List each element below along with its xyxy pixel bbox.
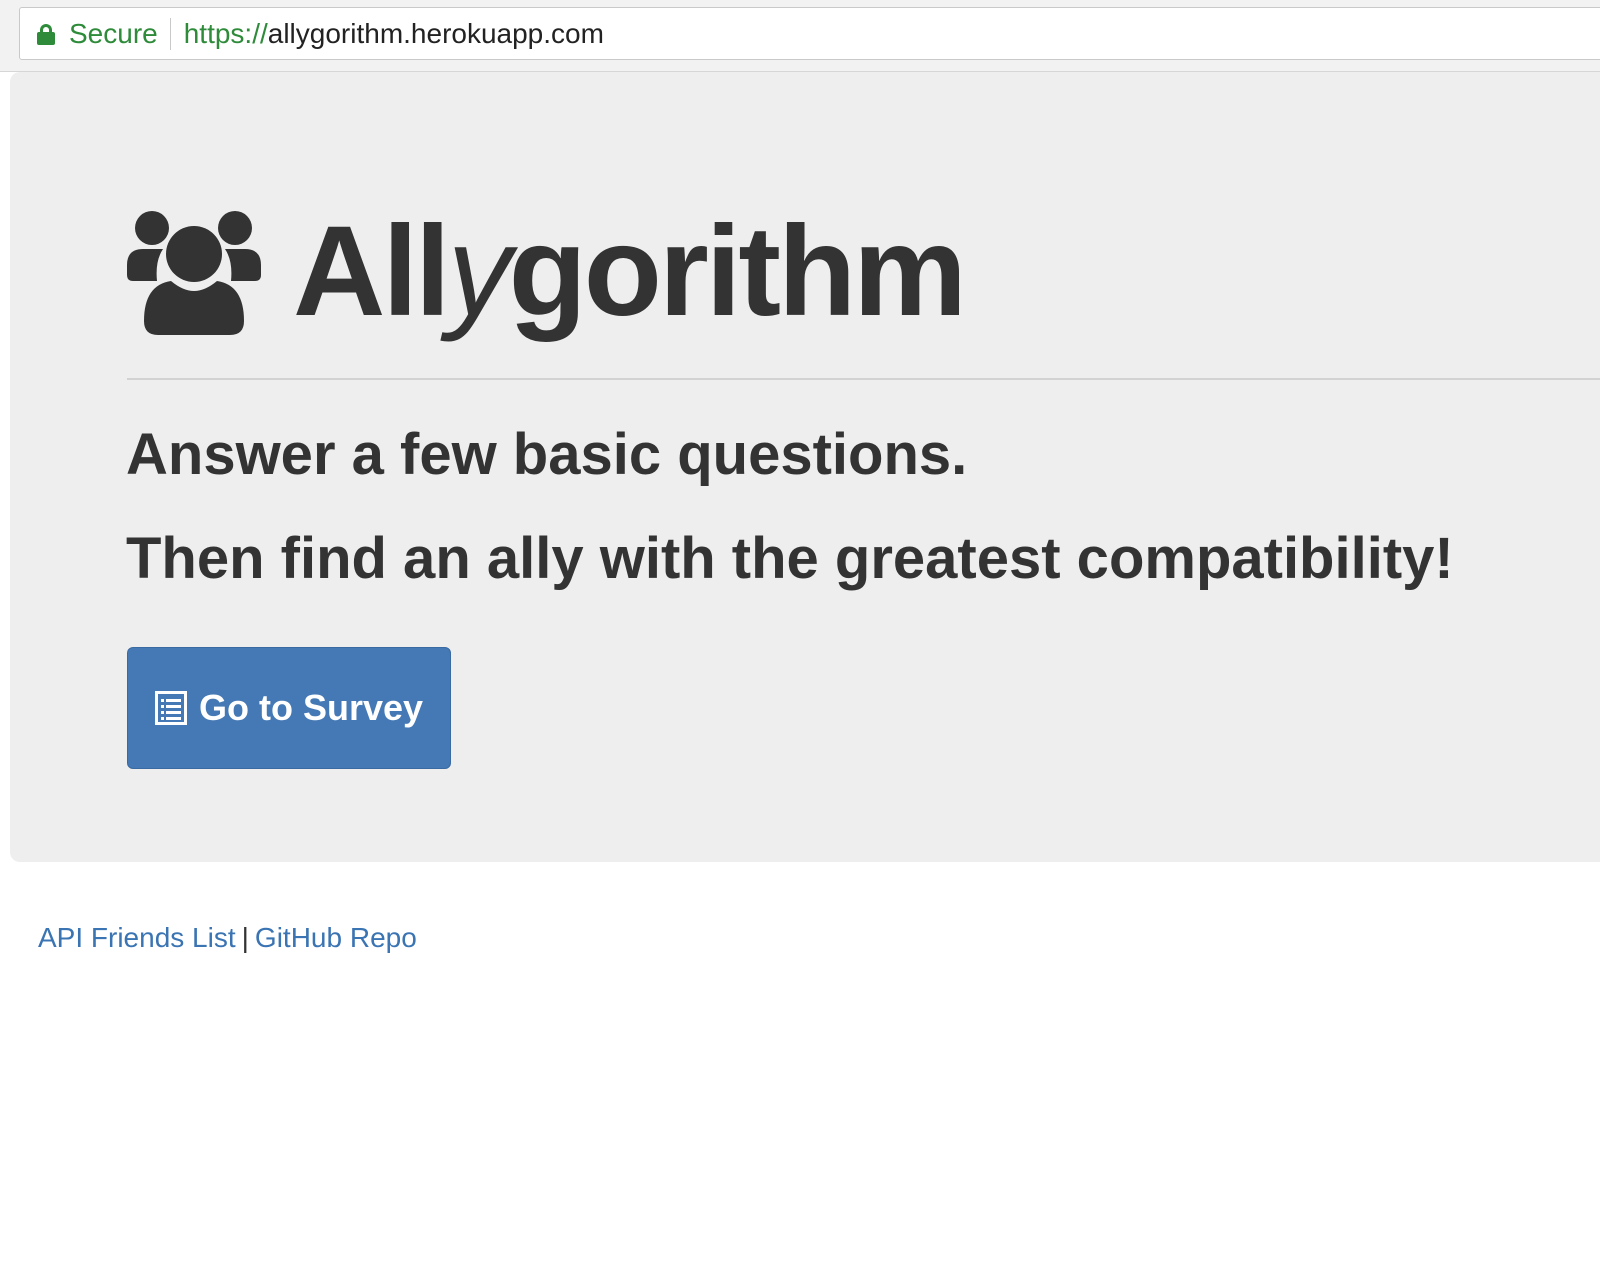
- url-scheme: https://: [183, 17, 268, 49]
- users-icon: [127, 211, 261, 335]
- go-to-survey-button[interactable]: Go to Survey: [127, 647, 451, 769]
- brand-suffix: gorithm: [508, 200, 967, 343]
- list-alt-icon: [154, 691, 187, 725]
- lock-icon[interactable]: [37, 23, 55, 45]
- divider: [127, 378, 1600, 380]
- address-bar[interactable]: Secure https://allygorithm.herokuapp.com: [19, 7, 1600, 60]
- secure-label[interactable]: Secure: [69, 18, 158, 50]
- footer: API Friends List | GitHub Repo: [38, 922, 417, 954]
- brand-prefix: All: [293, 200, 451, 343]
- browser-chrome: Secure https://allygorithm.herokuapp.com: [0, 0, 1600, 72]
- github-repo-link[interactable]: GitHub Repo: [255, 922, 417, 953]
- brand-italic: y: [447, 200, 512, 343]
- jumbotron: Allygorithm Answer a few basic questions…: [10, 72, 1600, 862]
- url-host: allygorithm.herokuapp.com: [267, 17, 604, 49]
- api-friends-list-link[interactable]: API Friends List: [38, 922, 236, 953]
- intro-line-1: Answer a few basic questions.: [126, 422, 968, 487]
- survey-button-label: Go to Survey: [198, 687, 424, 728]
- address-separator: [169, 17, 171, 50]
- brand-name: Allygorithm: [293, 208, 967, 336]
- footer-separator: |: [241, 922, 249, 953]
- url-text[interactable]: https://allygorithm.herokuapp.com: [184, 18, 604, 50]
- page-title: Allygorithm: [127, 207, 967, 337]
- intro-line-2: Then find an ally with the greatest comp…: [126, 526, 1454, 591]
